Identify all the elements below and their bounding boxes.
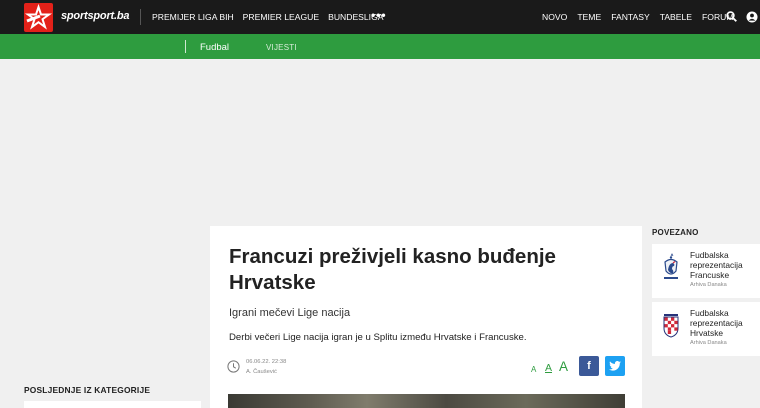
twitter-share-button[interactable] [605, 356, 625, 376]
related-title[interactable]: Fudbalska reprezentacija Hrvatske [690, 308, 756, 338]
article-date: 06.06.22. 22:38 [246, 359, 287, 365]
article-lead: Derbi večeri Lige nacija igran je u Spli… [229, 332, 527, 343]
nav-divider [140, 9, 141, 25]
site-name[interactable]: sportsport.ba [61, 10, 129, 22]
article-author[interactable]: A. Čaušević [246, 369, 277, 375]
related-title[interactable]: Fudbalska reprezentacija Francuske [690, 250, 756, 280]
nav-item-premier-league[interactable]: PREMIER LEAGUE [243, 12, 319, 22]
more-menu-button[interactable]: ••• [371, 8, 387, 22]
croatia-checkered-crest-icon [663, 314, 679, 338]
article-title: Francuzi preživjeli kasno buđenje Hrvats… [229, 245, 556, 294]
category-bar: Fudbal VIJESTI [0, 34, 760, 59]
user-icon[interactable] [746, 11, 758, 23]
related-source: Arhiva Danaka [690, 340, 727, 346]
nav-item-premijer-liga-bih[interactable]: PREMIJER LIGA BIH [152, 12, 234, 22]
sportsport-logo[interactable] [24, 3, 53, 32]
nav-item-tabele[interactable]: TABELE [660, 12, 692, 22]
nav-item-teme[interactable]: TEME [577, 12, 601, 22]
nav-item-novo[interactable]: NOVO [542, 12, 567, 22]
related-heading: POVEZANO [652, 228, 699, 237]
secondary-nav: NOVO TEME FANTASY TABELE FORUM [542, 12, 734, 22]
nav-item-fantasy[interactable]: FANTASY [611, 12, 650, 22]
search-icon[interactable] [726, 11, 737, 22]
related-source: Arhiva Danaka [690, 282, 727, 288]
related-item-croatia[interactable]: Fudbalska reprezentacija Hrvatske Arhiva… [652, 302, 760, 356]
related-item-france[interactable]: Fudbalska reprezentacija Francuske Arhiv… [652, 244, 760, 298]
main-nav: PREMIJER LIGA BIH PREMIER LEAGUE BUNDESL… [152, 12, 384, 22]
french-rooster-crest-icon [664, 253, 678, 279]
article-card: Francuzi preživjeli kasno buđenje Hrvats… [210, 226, 642, 408]
font-size-large-button[interactable]: A [559, 359, 568, 374]
latest-from-category-list [24, 401, 201, 408]
category-divider [185, 40, 186, 53]
latest-from-category-heading: POSLJEDNJE IZ KATEGORIJE [24, 385, 151, 395]
article-subtitle: Igrani mečevi Lige nacija [229, 307, 351, 319]
article-hero-image [228, 394, 625, 408]
clock-icon [227, 360, 240, 373]
section-vijesti-link[interactable]: VIJESTI [266, 43, 297, 52]
twitter-bird-icon [609, 361, 621, 371]
font-size-small-button[interactable]: A [531, 365, 536, 374]
top-navigation-bar: sportsport.ba PREMIJER LIGA BIH PREMIER … [0, 0, 760, 34]
star-logo-icon [24, 3, 53, 30]
facebook-share-button[interactable]: f [579, 356, 599, 376]
font-size-medium-button[interactable]: A [545, 362, 552, 374]
category-fudbal-link[interactable]: Fudbal [200, 42, 229, 53]
